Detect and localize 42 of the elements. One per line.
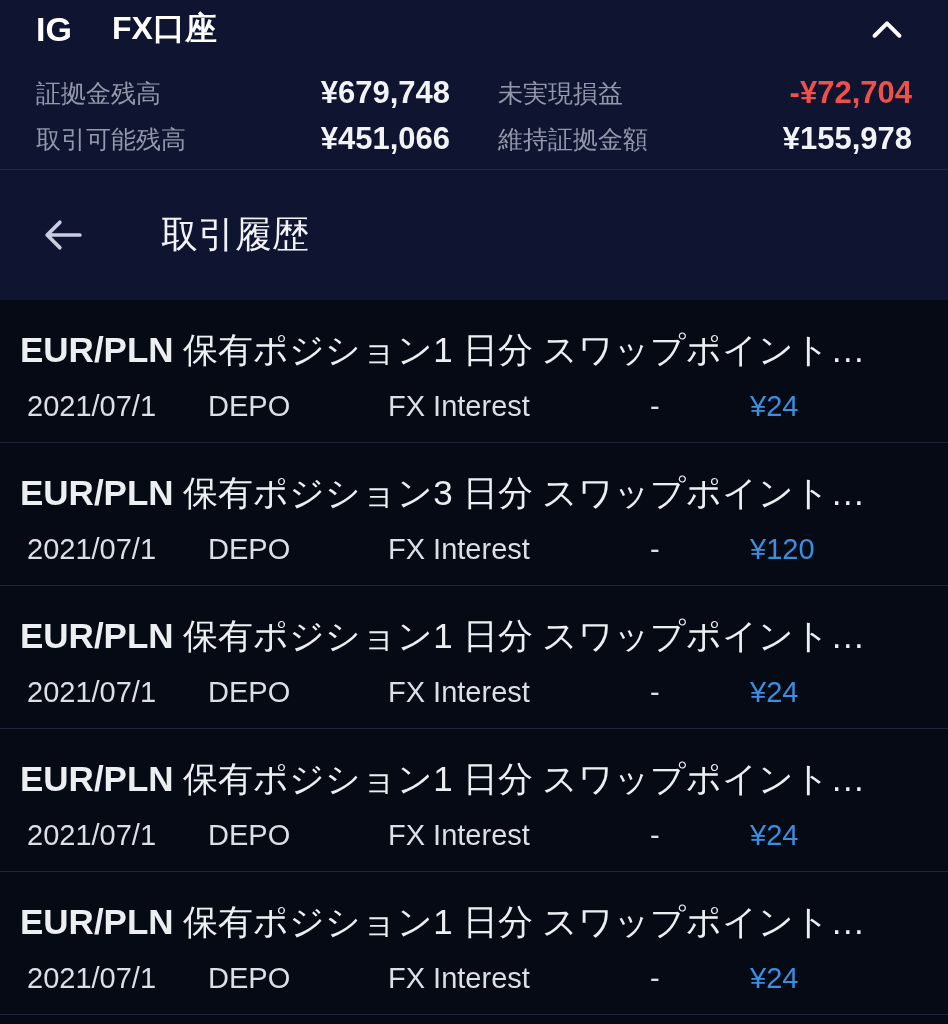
- transaction-title[interactable]: EUR/PLN 保有ポジション1 日分 スワップポイント…: [20, 614, 948, 658]
- description-text: FX Interest: [388, 389, 531, 424]
- description-text: FX Interest: [388, 818, 531, 853]
- type-text: DEPO: [208, 389, 292, 424]
- type-text: DEPO: [208, 818, 292, 853]
- dash-text: -: [650, 675, 661, 710]
- stat-value: ¥155,978: [782, 121, 912, 157]
- type-text: DEPO: [208, 532, 292, 567]
- stat-label: 未実現損益: [498, 77, 623, 109]
- stat-value: ¥679,748: [320, 75, 450, 111]
- account-title: FX口座: [112, 9, 218, 48]
- transaction-title[interactable]: EUR/PLN 保有ポジション1 日分 スワップポイント…: [20, 900, 948, 944]
- stat-value: -¥72,704: [789, 75, 912, 111]
- amount-text: ¥24: [750, 389, 799, 424]
- brand-logo: IG: [36, 9, 73, 49]
- transaction-title[interactable]: EUR/PLN 保有ポジション3 日分 スワップポイント…: [20, 471, 948, 515]
- date-text: 2021/07/1: [27, 675, 157, 710]
- description-text: FX Interest: [388, 675, 531, 710]
- date-text: 2021/07/1: [27, 389, 157, 424]
- amount-text: ¥24: [750, 961, 799, 996]
- description-text: FX Interest: [388, 532, 531, 567]
- date-text: 2021/07/1: [27, 961, 157, 996]
- dash-text: -: [650, 389, 661, 424]
- type-text: DEPO: [208, 675, 292, 710]
- stat-value: ¥451,066: [320, 121, 450, 157]
- description-text: FX Interest: [388, 961, 531, 996]
- back-arrow-icon: [44, 219, 82, 251]
- date-text: 2021/07/1: [27, 532, 157, 567]
- transaction-title[interactable]: EUR/PLN 保有ポジション1 日分 スワップポイント…: [20, 328, 948, 372]
- dash-text: -: [650, 818, 661, 853]
- amount-text: ¥120: [750, 532, 815, 567]
- stat-label: 取引可能残高: [36, 123, 186, 155]
- date-text: 2021/07/1: [27, 818, 157, 853]
- stat-label: 維持証拠金額: [498, 123, 648, 155]
- transaction-title[interactable]: EUR/PLN 保有ポジション1 日分 スワップポイント…: [20, 757, 948, 801]
- page-title: 取引履歴: [161, 213, 309, 257]
- dash-text: -: [650, 961, 661, 996]
- type-text: DEPO: [208, 961, 292, 996]
- stat-label: 証拠金残高: [36, 77, 161, 109]
- dash-text: -: [650, 532, 661, 567]
- amount-text: ¥24: [750, 818, 799, 853]
- amount-text: ¥24: [750, 675, 799, 710]
